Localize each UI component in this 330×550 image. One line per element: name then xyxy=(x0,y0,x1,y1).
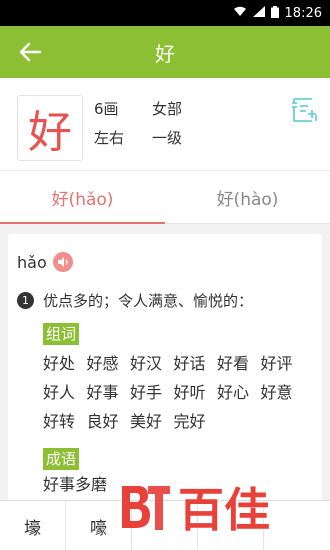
battery-icon xyxy=(270,5,279,21)
word-item[interactable]: 好心 xyxy=(217,378,261,407)
word-item[interactable]: 好处 xyxy=(43,349,87,378)
definition-item: 1 优点多的；令人满意、愉悦的： xyxy=(17,290,313,311)
related-character[interactable]: 壕 xyxy=(0,501,66,550)
word-item[interactable]: 好评 xyxy=(261,349,305,378)
words-tag: 组词 xyxy=(43,323,80,345)
play-pronunciation-button[interactable] xyxy=(52,252,73,272)
word-item[interactable]: 完好 xyxy=(174,407,218,436)
character-display: 好 xyxy=(17,95,83,161)
structure: 左右 xyxy=(94,129,125,147)
word-item[interactable]: 好意 xyxy=(261,378,305,407)
words-section: 组词 好处 好感 好汉 好话 好看 好评 好人 好事 好手 好听 好心 好意 好… xyxy=(43,311,313,500)
page-title: 好 xyxy=(155,41,175,66)
definition-number: 1 xyxy=(17,292,34,309)
pronunciation-tabs: 好(hǎo) 好(hào) xyxy=(0,170,330,224)
watermark-text: 百佳 xyxy=(178,483,270,537)
tab-hao3[interactable]: 好(hǎo) xyxy=(0,171,165,224)
arrow-left-icon xyxy=(19,42,42,62)
word-item[interactable]: 好看 xyxy=(217,349,261,378)
idioms-tag: 成语 xyxy=(43,448,80,470)
character-info: 6画 女部 左右 一级 xyxy=(94,98,212,148)
pinyin: hǎo xyxy=(17,252,47,272)
stroke-count: 6画 xyxy=(94,100,119,118)
definition-text: 优点多的；令人满意、愉悦的： xyxy=(43,292,254,310)
status-bar: 18:26 xyxy=(0,0,330,26)
word-item[interactable]: 好话 xyxy=(174,349,218,378)
wifi-icon xyxy=(233,6,247,20)
word-item[interactable]: 良好 xyxy=(87,407,131,436)
radical: 女部 xyxy=(152,100,183,118)
add-note-icon xyxy=(292,98,317,122)
add-to-notebook-button[interactable] xyxy=(290,95,320,125)
word-item[interactable]: 美好 xyxy=(130,407,174,436)
word-item[interactable]: 好手 xyxy=(130,378,174,407)
word-item[interactable]: 好感 xyxy=(87,349,131,378)
character-header: 好 6画 女部 左右 一级 xyxy=(0,78,330,170)
tab-divider xyxy=(165,223,330,224)
signal-icon xyxy=(252,6,265,20)
app-bar: 好 xyxy=(0,26,330,78)
status-time: 18:26 xyxy=(284,5,322,21)
word-item[interactable]: 好转 xyxy=(43,407,87,436)
level: 一级 xyxy=(152,129,183,147)
watermark-logo: 百佳 xyxy=(122,483,270,537)
word-item[interactable]: 好事 xyxy=(87,378,131,407)
word-list: 好处 好感 好汉 好话 好看 好评 好人 好事 好手 好听 好心 好意 好转 良… xyxy=(43,349,313,436)
speaker-icon xyxy=(57,257,68,267)
word-item[interactable]: 好汉 xyxy=(130,349,174,378)
back-button[interactable] xyxy=(14,36,46,68)
tab-hao4[interactable]: 好(hào) xyxy=(165,171,330,224)
word-item[interactable]: 好听 xyxy=(174,378,218,407)
word-item[interactable]: 好人 xyxy=(43,378,87,407)
